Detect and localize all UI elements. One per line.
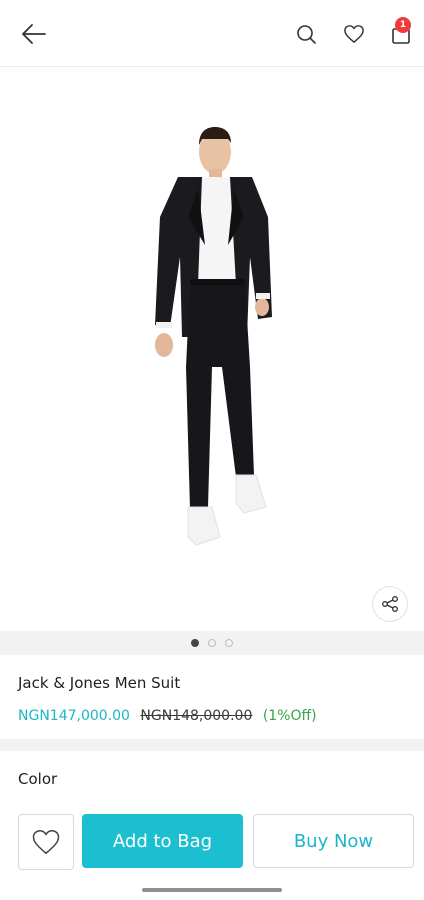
product-image-carousel[interactable] — [0, 67, 424, 630]
section-divider — [0, 739, 424, 751]
wishlist-button[interactable] — [338, 18, 370, 50]
share-icon — [382, 596, 398, 612]
carousel-dot[interactable] — [208, 639, 216, 647]
back-button[interactable] — [14, 14, 54, 54]
heart-icon — [344, 25, 364, 43]
cart-count-badge: 1 — [395, 17, 411, 33]
search-button[interactable] — [290, 18, 322, 50]
color-label: Color — [18, 770, 58, 788]
add-to-bag-button[interactable]: Add to Bag — [82, 814, 243, 868]
buy-now-button[interactable]: Buy Now — [253, 814, 414, 868]
heart-outline-icon — [32, 830, 60, 854]
price-row: NGN147,000.00 NGN148,000.00 (1%Off) — [18, 708, 317, 724]
search-icon — [297, 25, 316, 44]
home-indicator — [142, 888, 282, 892]
top-app-bar: 1 — [0, 0, 424, 67]
back-arrow-icon — [22, 24, 46, 44]
current-price: NGN147,000.00 — [18, 708, 130, 724]
carousel-indicator — [0, 631, 424, 655]
product-info: Jack & Jones Men Suit NGN147,000.00 NGN1… — [0, 656, 424, 738]
product-image — [155, 127, 272, 546]
add-to-wishlist-button[interactable] — [18, 814, 74, 870]
original-price: NGN148,000.00 — [140, 708, 253, 724]
carousel-dot[interactable] — [225, 639, 233, 647]
carousel-dot-active[interactable] — [191, 639, 199, 647]
product-name: Jack & Jones Men Suit — [18, 674, 181, 692]
share-button[interactable] — [372, 586, 408, 622]
discount-badge: (1%Off) — [262, 708, 317, 724]
